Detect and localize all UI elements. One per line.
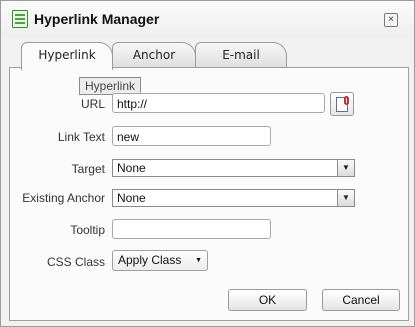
link-text-label: Link Text — [57, 130, 105, 144]
css-class-label: CSS Class — [46, 255, 105, 269]
link-text-input[interactable]: new — [112, 126, 271, 146]
tab-anchor[interactable]: Anchor — [112, 42, 196, 68]
hyperlink-manager-icon — [12, 10, 28, 28]
chevron-down-icon[interactable]: ▼ — [337, 190, 354, 206]
target-selected-value: None — [117, 161, 146, 175]
target-label: Target — [71, 162, 105, 176]
tab-hyperlink[interactable]: Hyperlink — [21, 42, 113, 70]
cancel-button[interactable]: Cancel — [322, 289, 400, 311]
ok-button[interactable]: OK — [228, 289, 307, 311]
tooltip-input[interactable] — [112, 219, 271, 239]
existing-anchor-label: Existing Anchor — [22, 191, 105, 205]
css-class-selected-value: Apply Class — [118, 253, 182, 267]
hyperlink-manager-dialog: Hyperlink Manager × Hyperlink Anchor E-m… — [0, 0, 415, 327]
title-bar: Hyperlink Manager × — [1, 1, 414, 37]
chevron-down-icon[interactable]: ▼ — [337, 160, 354, 176]
existing-anchor-selected-value: None — [117, 191, 146, 205]
dialog-title: Hyperlink Manager — [34, 11, 160, 27]
close-icon[interactable]: × — [384, 13, 398, 27]
url-label: URL — [80, 97, 105, 111]
tab-email[interactable]: E-mail — [195, 42, 287, 68]
target-select[interactable]: None ▼ — [112, 159, 355, 177]
css-class-select[interactable]: Apply Class ▼ — [112, 250, 208, 271]
url-input[interactable]: http:// — [112, 93, 325, 113]
tooltip-label: Tooltip — [70, 223, 105, 237]
existing-anchor-select[interactable]: None ▼ — [112, 189, 355, 207]
document-link-icon[interactable] — [330, 92, 354, 116]
tab-strip: Hyperlink Anchor E-mail — [21, 42, 401, 70]
chevron-down-icon[interactable]: ▼ — [195, 251, 202, 270]
